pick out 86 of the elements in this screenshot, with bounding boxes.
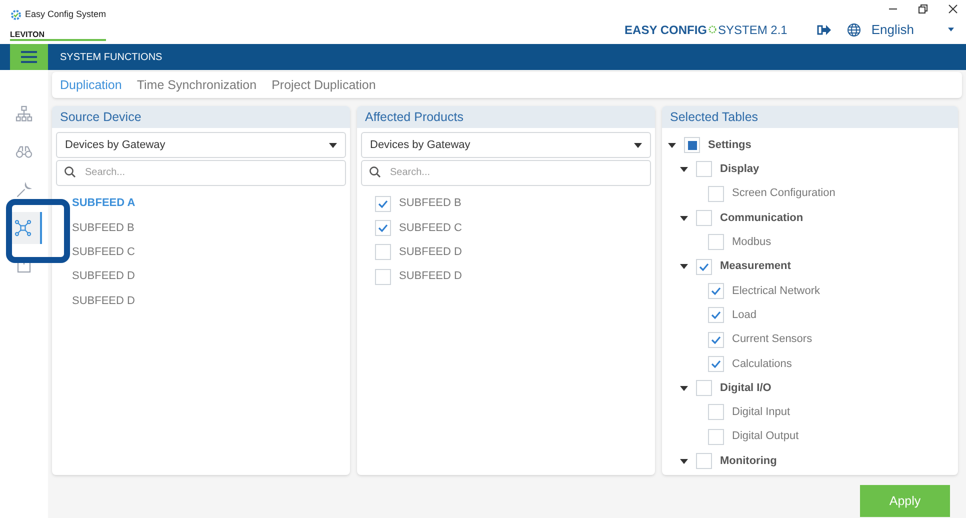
checkbox[interactable] [708, 282, 724, 299]
search-field[interactable]: Search... [361, 160, 651, 186]
check-icon [710, 284, 722, 297]
check-icon [710, 358, 722, 370]
device-label: SUBFEED D [399, 269, 462, 284]
expanded-caret-icon[interactable] [680, 264, 688, 270]
device-item[interactable]: SUBFEED A [52, 192, 350, 216]
tree-label: Calculations [732, 356, 792, 372]
checkbox[interactable] [684, 137, 700, 154]
tree-label: Digital I/O [720, 380, 772, 396]
checkbox[interactable] [696, 380, 712, 396]
checkbox[interactable] [708, 356, 724, 372]
logout-icon[interactable] [817, 24, 832, 36]
header-title: SYSTEM FUNCTIONS [60, 50, 162, 64]
network-icon [15, 105, 33, 123]
nodes-icon [14, 219, 32, 237]
checkbox[interactable] [696, 453, 712, 469]
close-icon[interactable] [948, 4, 958, 14]
checkbox[interactable] [708, 404, 724, 420]
caret-icon[interactable] [948, 27, 954, 32]
caret-icon[interactable] [329, 142, 337, 148]
wrench-icon [15, 181, 33, 199]
menu-icon [21, 51, 37, 63]
device-label: SUBFEED B [399, 196, 462, 212]
tab[interactable]: Duplication [60, 76, 122, 94]
search-icon [64, 166, 76, 178]
globe-icon [847, 22, 862, 37]
tree-label: Settings [708, 138, 752, 153]
apply-button[interactable]: Apply [860, 485, 950, 517]
device-label: SUBFEED C [399, 220, 462, 236]
tree-label: Measurement [720, 259, 791, 274]
panel-title: Selected Tables [662, 106, 958, 128]
checkbox[interactable] [696, 258, 712, 275]
tree-label: Communication [720, 210, 804, 226]
device-label: SUBFEED D [399, 244, 462, 260]
window-title: Easy Config System [25, 8, 106, 21]
checkbox[interactable] [708, 307, 724, 324]
checkbox[interactable] [375, 220, 391, 236]
device-item[interactable]: SUBFEED D [52, 264, 350, 289]
check-icon [710, 334, 722, 346]
checkbox[interactable] [708, 332, 724, 348]
checkbox[interactable] [708, 428, 724, 445]
checkbox[interactable] [696, 161, 712, 178]
device-item[interactable]: SUBFEED D [52, 288, 350, 313]
checkbox[interactable] [375, 268, 391, 285]
tree-label: Screen Configuration [732, 186, 836, 202]
checkbox[interactable] [375, 196, 391, 212]
tree-label: Current Sensors [732, 332, 812, 348]
brand-logo: LEVITON [10, 30, 106, 40]
caret-icon[interactable] [634, 142, 642, 148]
panel-title: Source Device [52, 106, 350, 128]
checkbox[interactable] [708, 186, 724, 202]
expanded-caret-icon[interactable] [680, 386, 688, 391]
tree-label: Monitoring [720, 454, 777, 469]
device-item[interactable]: SUBFEED B [52, 216, 350, 240]
check-icon [377, 222, 389, 234]
binoculars-icon [15, 143, 33, 161]
checkbox[interactable] [696, 210, 712, 226]
restore-icon[interactable] [918, 4, 928, 14]
expanded-caret-icon[interactable] [680, 216, 688, 221]
expanded-caret-icon[interactable] [668, 142, 676, 148]
search-field[interactable]: Search... [56, 160, 346, 186]
product-logo: EASY CONFIG SYSTEM 2.1 [624, 22, 788, 39]
tree-label: Display [720, 162, 760, 178]
expanded-caret-icon[interactable] [680, 166, 688, 172]
tree-label: Digital Output [732, 429, 799, 444]
app-logo-icon [10, 8, 22, 21]
device-dropdown[interactable]: Devices by Gateway [361, 132, 651, 158]
check-icon [710, 309, 722, 322]
tree-label: Electrical Network [732, 284, 820, 299]
tree-label: Load [732, 308, 756, 323]
search-icon [369, 166, 381, 178]
tab[interactable]: Time Synchronization [136, 76, 257, 94]
checkbox[interactable] [375, 244, 391, 260]
tab[interactable]: Project Duplication [272, 76, 376, 94]
check-icon [377, 198, 389, 210]
panel-title: Affected Products [357, 106, 655, 128]
language-dropdown[interactable]: English [871, 20, 954, 40]
checkbox[interactable] [708, 234, 724, 250]
check-icon [698, 260, 710, 273]
device-dropdown[interactable]: Devices by Gateway [56, 132, 346, 158]
menu-button[interactable] [10, 44, 48, 70]
tree-label: Digital Input [732, 405, 790, 420]
device-item[interactable]: SUBFEED C [52, 240, 350, 264]
expanded-caret-icon[interactable] [680, 458, 688, 464]
tree-label: Modbus [732, 235, 772, 250]
